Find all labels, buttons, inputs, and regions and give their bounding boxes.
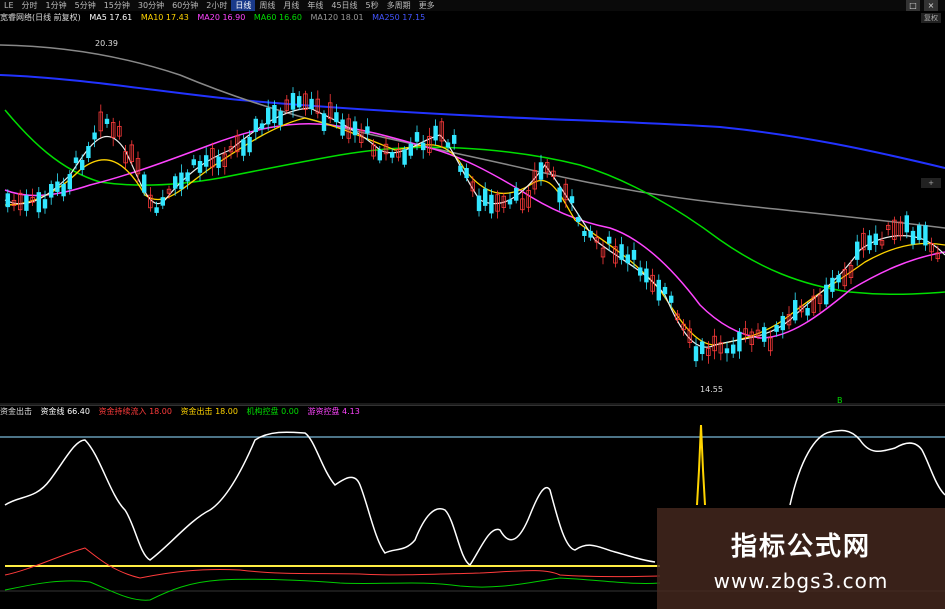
attack-spike xyxy=(696,424,706,506)
fund-line xyxy=(4,431,656,566)
watermark-url: www.zbgs3.com xyxy=(713,569,889,593)
watermark-title: 指标公式网 xyxy=(730,532,871,562)
watermark: 指标公式网 www.zbgs3.com xyxy=(657,508,945,609)
inflow-line xyxy=(4,547,661,579)
institution-line xyxy=(4,577,661,601)
fund-line-2 xyxy=(789,429,945,506)
